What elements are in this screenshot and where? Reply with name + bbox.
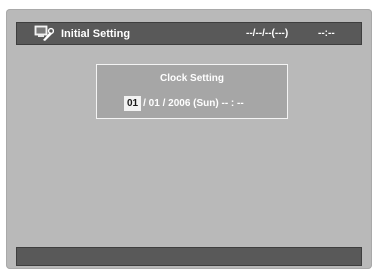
clock-value-row: 01 / 01 / 2006 (Sun) -- : --	[124, 95, 244, 111]
month-field[interactable]: 01	[124, 95, 142, 111]
clock-setting-panel: Clock Setting 01 / 01 / 2006 (Sun) -- : …	[96, 64, 288, 119]
title-bar: Initial Setting --/--/--(---) --:--	[16, 22, 362, 45]
date-time-fields[interactable]: / 01 / 2006 (Sun) -- : --	[143, 97, 244, 110]
osd-screen: Initial Setting --/--/--(---) --:-- Cloc…	[6, 9, 372, 269]
settings-screen-icon	[34, 25, 55, 42]
clock-setting-title: Clock Setting	[160, 73, 224, 84]
bottom-bar	[16, 247, 362, 266]
page-title: Initial Setting	[61, 28, 131, 40]
date-display: --/--/--(---)	[246, 28, 289, 39]
time-display: --:--	[318, 28, 335, 39]
